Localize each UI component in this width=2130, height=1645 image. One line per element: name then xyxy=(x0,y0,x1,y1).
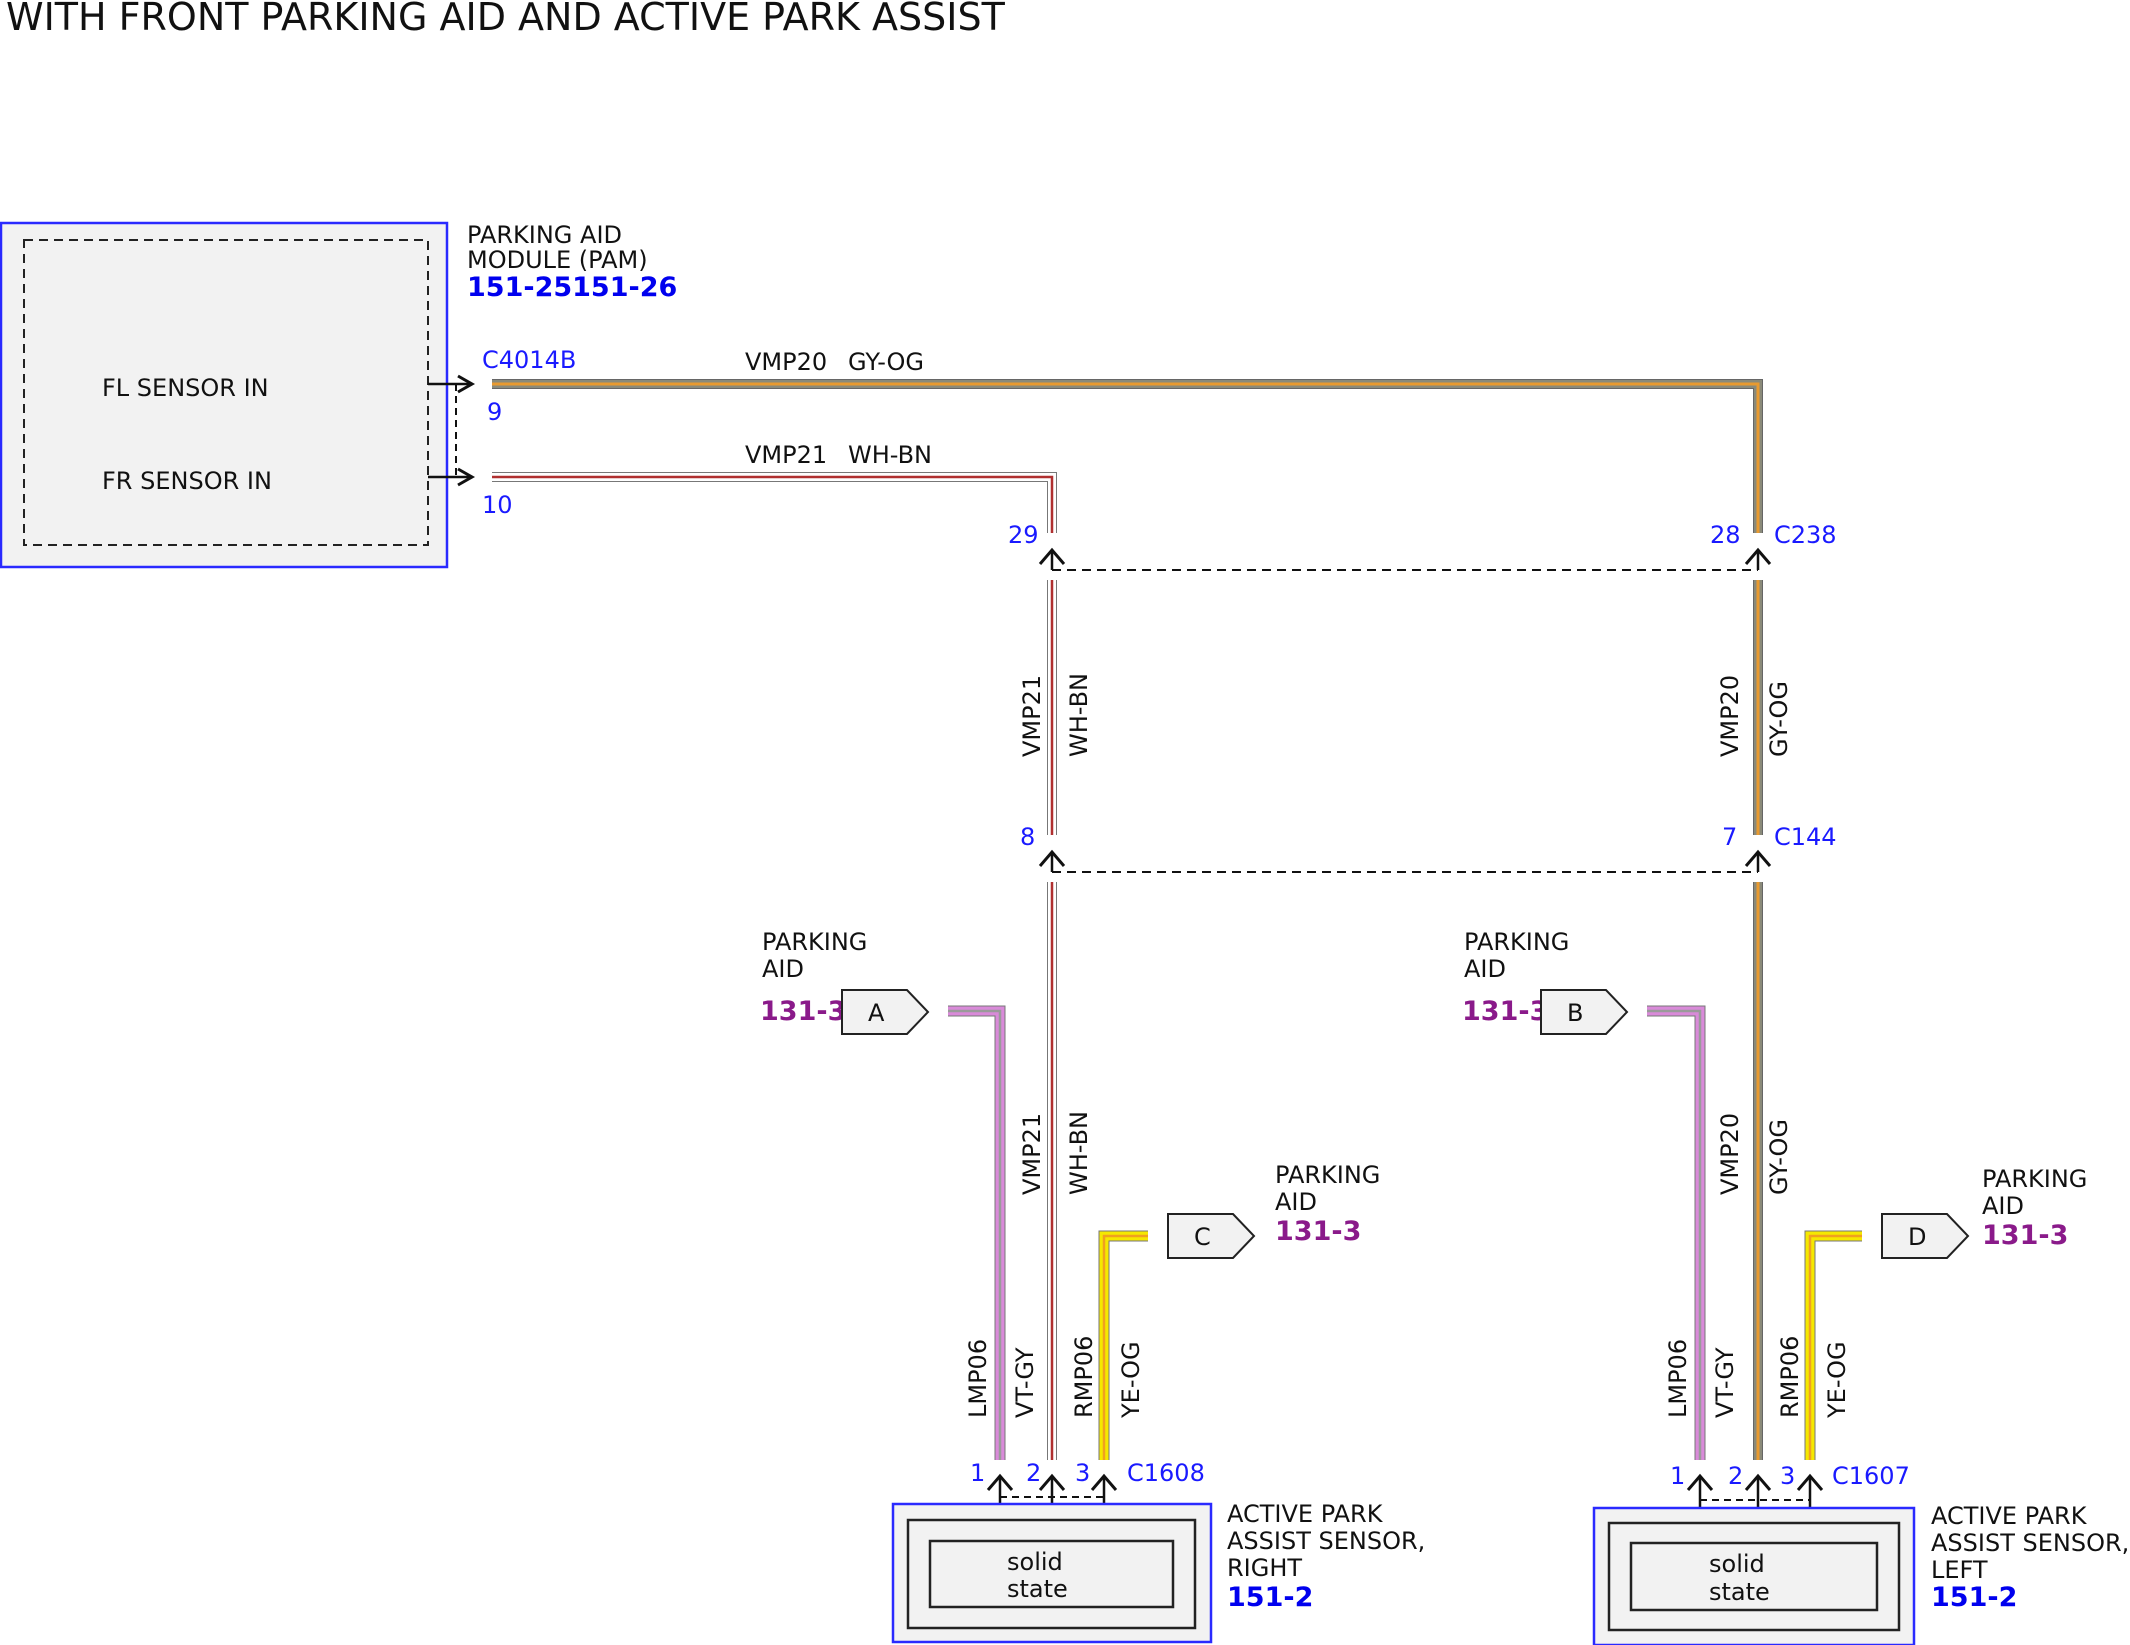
rmp06-left-color: YE-OG xyxy=(1823,1341,1851,1419)
vmp21-riser1-color: WH-BN xyxy=(1065,673,1093,757)
sensor-left-component[interactable]: solid state xyxy=(1592,1506,1916,1645)
wiring-diagram: WITH FRONT PARKING AID AND ACTIVE PARK A… xyxy=(0,0,2129,1645)
offpage-connector-b[interactable]: B xyxy=(1540,989,1629,1035)
c1608-pin-2: 2 xyxy=(1026,1459,1041,1487)
c1607-pin-3: 3 xyxy=(1780,1462,1795,1490)
rmp06-right-color: YE-OG xyxy=(1117,1341,1145,1419)
sensor-left-reference[interactable]: 151-2 xyxy=(1931,1582,2017,1613)
c1608-pin-1: 1 xyxy=(970,1459,985,1487)
offpage-d-label-line2: AID xyxy=(1982,1192,2024,1220)
offpage-b-letter: B xyxy=(1567,999,1583,1027)
offpage-a-label-line1: PARKING xyxy=(762,928,867,956)
sensor-left-internal-line2: state xyxy=(1709,1578,1770,1606)
wire-vmp20[interactable] xyxy=(492,379,1763,1460)
sensor-right-component[interactable]: solid state xyxy=(891,1502,1213,1644)
c238-pin-29: 29 xyxy=(1008,521,1039,549)
diagram-title: WITH FRONT PARKING AID AND ACTIVE PARK A… xyxy=(6,0,1006,39)
vmp20-riser2-circuit: VMP20 xyxy=(1716,1113,1744,1195)
c238-name: C238 xyxy=(1774,521,1837,549)
lmp06-left-circuit: LMP06 xyxy=(1664,1339,1692,1418)
sensor-right-internal-line1: solid xyxy=(1007,1548,1063,1576)
c1607-pin-2: 2 xyxy=(1728,1462,1743,1490)
sensor-left-internal-line1: solid xyxy=(1709,1550,1765,1578)
pin-label-fr-sensor-in: FR SENSOR IN xyxy=(102,467,272,495)
module-name-line1: PARKING AID xyxy=(467,221,622,249)
offpage-connector-d[interactable]: D xyxy=(1881,1213,1970,1259)
wire-vmp21-circuit: VMP21 xyxy=(745,441,827,469)
vmp20-riser2-color: GY-OG xyxy=(1765,1119,1793,1195)
pin-label-fl-sensor-in: FL SENSOR IN xyxy=(102,374,269,402)
offpage-d-letter: D xyxy=(1908,1223,1926,1251)
vmp20-riser1-color: GY-OG xyxy=(1765,681,1793,757)
vmp21-riser2-circuit: VMP21 xyxy=(1018,1113,1046,1195)
vmp21-riser2-color: WH-BN xyxy=(1065,1111,1093,1195)
c238-pin-28: 28 xyxy=(1710,521,1741,549)
c1607-name: C1607 xyxy=(1832,1462,1910,1490)
vmp21-riser1-circuit: VMP21 xyxy=(1018,675,1046,757)
module-name-line2: MODULE (PAM) xyxy=(467,246,648,274)
sensor-right-name-line2: ASSIST SENSOR, xyxy=(1227,1527,1425,1555)
wire-vmp20-circuit: VMP20 xyxy=(745,348,827,376)
offpage-a-reference[interactable]: 131-3 xyxy=(760,996,846,1027)
offpage-b-reference[interactable]: 131-3 xyxy=(1462,996,1548,1027)
c1607-pin-1: 1 xyxy=(1670,1462,1685,1490)
sensor-left-name-line2: ASSIST SENSOR, xyxy=(1931,1529,2129,1557)
c144-pin-8: 8 xyxy=(1020,823,1035,851)
c1608-pin-3: 3 xyxy=(1075,1459,1090,1487)
rmp06-right-circuit: RMP06 xyxy=(1070,1336,1098,1418)
connector-c144[interactable] xyxy=(1038,849,1772,873)
offpage-b-label-line2: AID xyxy=(1464,955,1506,983)
offpage-c-letter: C xyxy=(1194,1223,1211,1251)
offpage-c-reference[interactable]: 131-3 xyxy=(1275,1216,1361,1247)
lmp06-right-circuit: LMP06 xyxy=(964,1339,992,1418)
offpage-connector-c[interactable]: C xyxy=(1167,1213,1256,1259)
lmp06-left-color: VT-GY xyxy=(1711,1347,1739,1418)
sensor-left-name-line1: ACTIVE PARK xyxy=(1931,1502,2088,1530)
offpage-d-label-line1: PARKING xyxy=(1982,1165,2087,1193)
offpage-c-label-line2: AID xyxy=(1275,1188,1317,1216)
sensor-right-reference[interactable]: 151-2 xyxy=(1227,1582,1313,1613)
offpage-a-label-line2: AID xyxy=(762,955,804,983)
connector-c4014b: C4014B xyxy=(482,346,576,374)
pin-10: 10 xyxy=(482,491,513,519)
sensor-right-name-line3: RIGHT xyxy=(1227,1554,1302,1582)
c144-pin-7: 7 xyxy=(1722,823,1737,851)
c1608-name: C1608 xyxy=(1127,1459,1205,1487)
pin-9: 9 xyxy=(487,398,502,426)
rmp06-left-circuit: RMP06 xyxy=(1776,1336,1804,1418)
connector-c238[interactable] xyxy=(1038,547,1772,571)
wire-vmp20-color: GY-OG xyxy=(848,348,924,376)
offpage-d-reference[interactable]: 131-3 xyxy=(1982,1220,2068,1251)
offpage-connector-a[interactable]: A xyxy=(841,989,930,1035)
offpage-b-label-line1: PARKING xyxy=(1464,928,1569,956)
offpage-c-label-line1: PARKING xyxy=(1275,1161,1380,1189)
offpage-a-letter: A xyxy=(868,999,885,1027)
parking-aid-module[interactable]: FL SENSOR IN FR SENSOR IN xyxy=(0,221,449,569)
module-reference[interactable]: 151-25151-26 xyxy=(467,272,677,303)
sensor-right-internal-line2: state xyxy=(1007,1575,1068,1603)
sensor-right-name-line1: ACTIVE PARK xyxy=(1227,1500,1384,1528)
wire-vmp21-color: WH-BN xyxy=(848,441,932,469)
lmp06-right-color: VT-GY xyxy=(1011,1347,1039,1418)
sensor-left-name-line3: LEFT xyxy=(1931,1556,1988,1584)
vmp20-riser1-circuit: VMP20 xyxy=(1716,675,1744,757)
c144-name: C144 xyxy=(1774,823,1837,851)
